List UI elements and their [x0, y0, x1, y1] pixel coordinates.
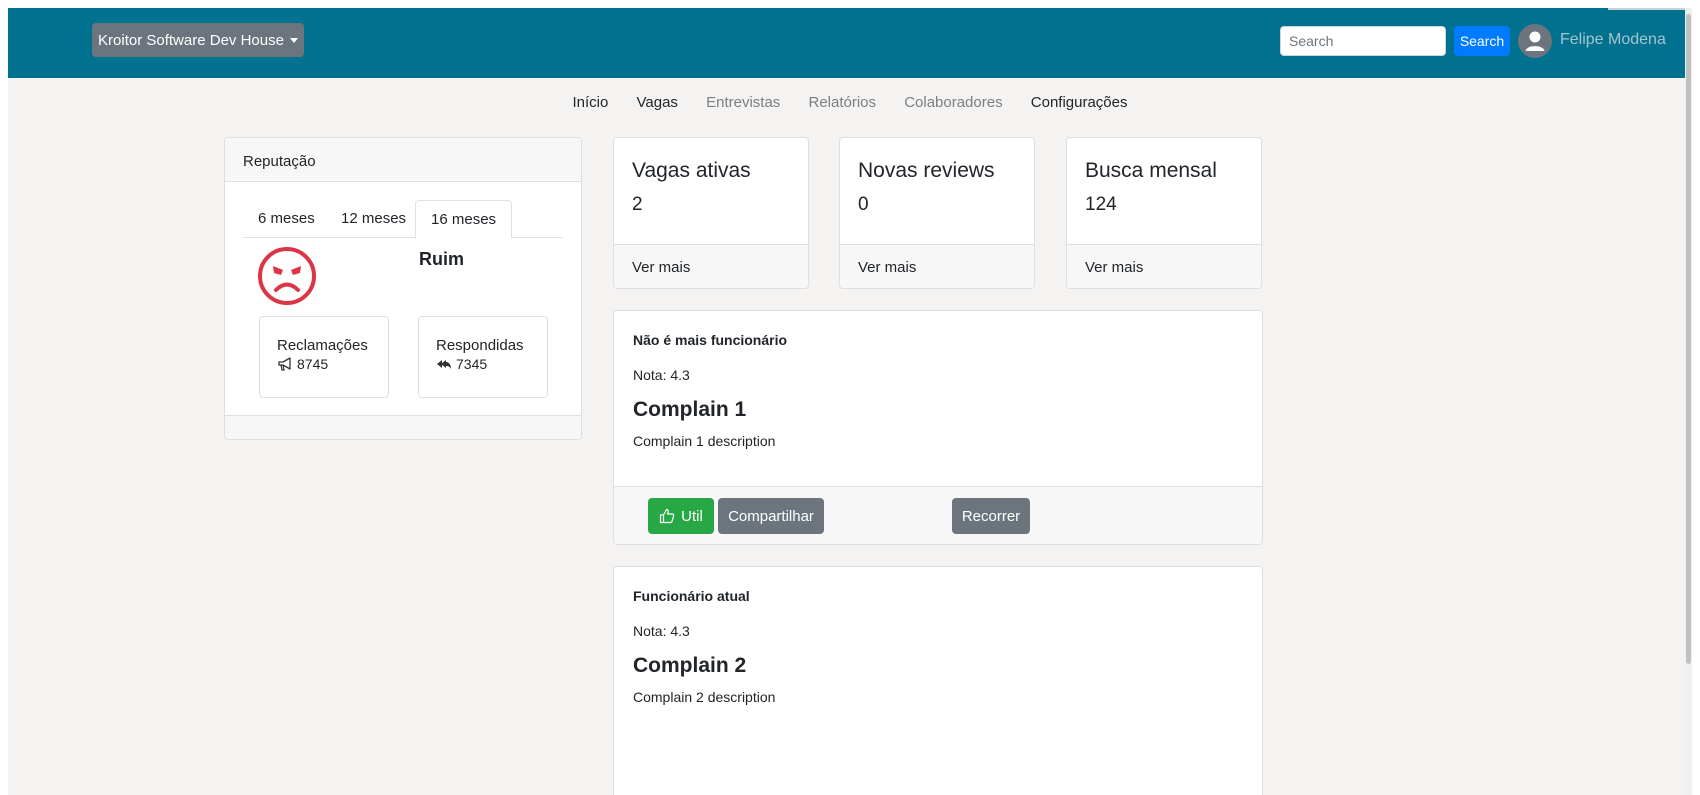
complaint-author-type: Não é mais funcionário: [633, 332, 788, 348]
share-button[interactable]: Compartilhar: [718, 498, 824, 534]
main-nav: Início Vagas Entrevistas Relatórios Cola…: [8, 88, 1692, 118]
stat-card-vagas-ativas: Vagas ativas 2 Ver mais: [613, 137, 809, 289]
reputation-card-header: Reputação: [225, 138, 581, 182]
complaint-title: Complain 2: [633, 654, 747, 677]
ver-mais-link[interactable]: Ver mais: [614, 244, 808, 288]
page: Kroitor Software Dev House Search Felipe…: [8, 8, 1692, 795]
answered-box: Respondidas 7345: [418, 316, 548, 398]
tab-6-meses[interactable]: 6 meses: [258, 200, 315, 238]
nav-item-inicio[interactable]: Início: [572, 88, 608, 118]
nav-item-configuracoes[interactable]: Configurações: [1031, 88, 1128, 118]
tab-16-meses[interactable]: 16 meses: [415, 200, 513, 239]
stat-value: 0: [858, 194, 869, 215]
util-button[interactable]: Util: [648, 498, 714, 534]
megaphone-icon: [278, 357, 291, 371]
search-button[interactable]: Search: [1454, 26, 1510, 56]
answered-label: Respondidas: [436, 337, 524, 354]
complaint-title: Complain 1: [633, 398, 747, 421]
user-avatar-icon[interactable]: [1518, 24, 1552, 58]
complaint-author-type: Funcionário atual: [633, 588, 750, 604]
complaint-rating: Nota: 4.3: [633, 367, 690, 383]
search-input[interactable]: [1280, 26, 1446, 56]
complaints-label: Reclamações: [277, 337, 368, 354]
answered-value: 7345: [456, 356, 488, 372]
window-corner-decoration: [1608, 8, 1692, 10]
reputation-period-tabs: 6 meses 12 meses 16 meses: [243, 200, 563, 239]
reputation-card: Reputação 6 meses 12 meses 16 meses Ruim…: [224, 137, 582, 440]
stat-card-busca-mensal: Busca mensal 124 Ver mais: [1066, 137, 1262, 289]
nav-item-vagas[interactable]: Vagas: [637, 88, 678, 118]
complaint-description: Complain 1 description: [633, 433, 776, 449]
stat-card-novas-reviews: Novas reviews 0 Ver mais: [839, 137, 1035, 289]
angry-face-icon: [258, 247, 316, 305]
nav-item-colaboradores[interactable]: Colaboradores: [904, 88, 1002, 118]
company-dropdown-button[interactable]: Kroitor Software Dev House: [92, 23, 304, 57]
scrollbar-thumb[interactable]: [1686, 14, 1691, 664]
complaint-actions: Util Compartilhar Recorrer: [614, 486, 1262, 544]
nav-item-relatorios[interactable]: Relatórios: [808, 88, 876, 118]
reply-all-icon: [437, 360, 451, 369]
util-label: Util: [681, 507, 703, 525]
complaints-value: 8745: [297, 356, 329, 372]
complaint-card: Não é mais funcionário Nota: 4.3 Complai…: [613, 310, 1263, 545]
ver-mais-link[interactable]: Ver mais: [840, 244, 1034, 288]
nav-item-entrevistas[interactable]: Entrevistas: [706, 88, 780, 118]
ver-mais-link[interactable]: Ver mais: [1067, 244, 1261, 288]
stat-title: Vagas ativas: [632, 159, 751, 182]
caret-down-icon: [289, 37, 298, 43]
appeal-button[interactable]: Recorrer: [952, 498, 1030, 534]
complaints-box: Reclamações 8745: [259, 316, 389, 398]
company-name: Kroitor Software Dev House: [98, 31, 284, 49]
reputation-status-label: Ruim: [419, 249, 464, 269]
complaint-rating: Nota: 4.3: [633, 623, 690, 639]
reputation-card-footer: [225, 415, 581, 439]
stat-value: 2: [632, 194, 643, 215]
stat-title: Novas reviews: [858, 159, 995, 182]
top-navbar: Kroitor Software Dev House Search Felipe…: [8, 8, 1692, 78]
complaint-description: Complain 2 description: [633, 689, 776, 705]
stat-value: 124: [1085, 194, 1117, 215]
page-scrollbar[interactable]: [1685, 8, 1692, 795]
thumbs-up-icon: [660, 508, 675, 524]
tab-12-meses[interactable]: 12 meses: [341, 200, 406, 238]
complaint-card: Funcionário atual Nota: 4.3 Complain 2 C…: [613, 566, 1263, 795]
stat-title: Busca mensal: [1085, 159, 1217, 182]
user-name-link[interactable]: Felipe Modena: [1560, 31, 1666, 49]
